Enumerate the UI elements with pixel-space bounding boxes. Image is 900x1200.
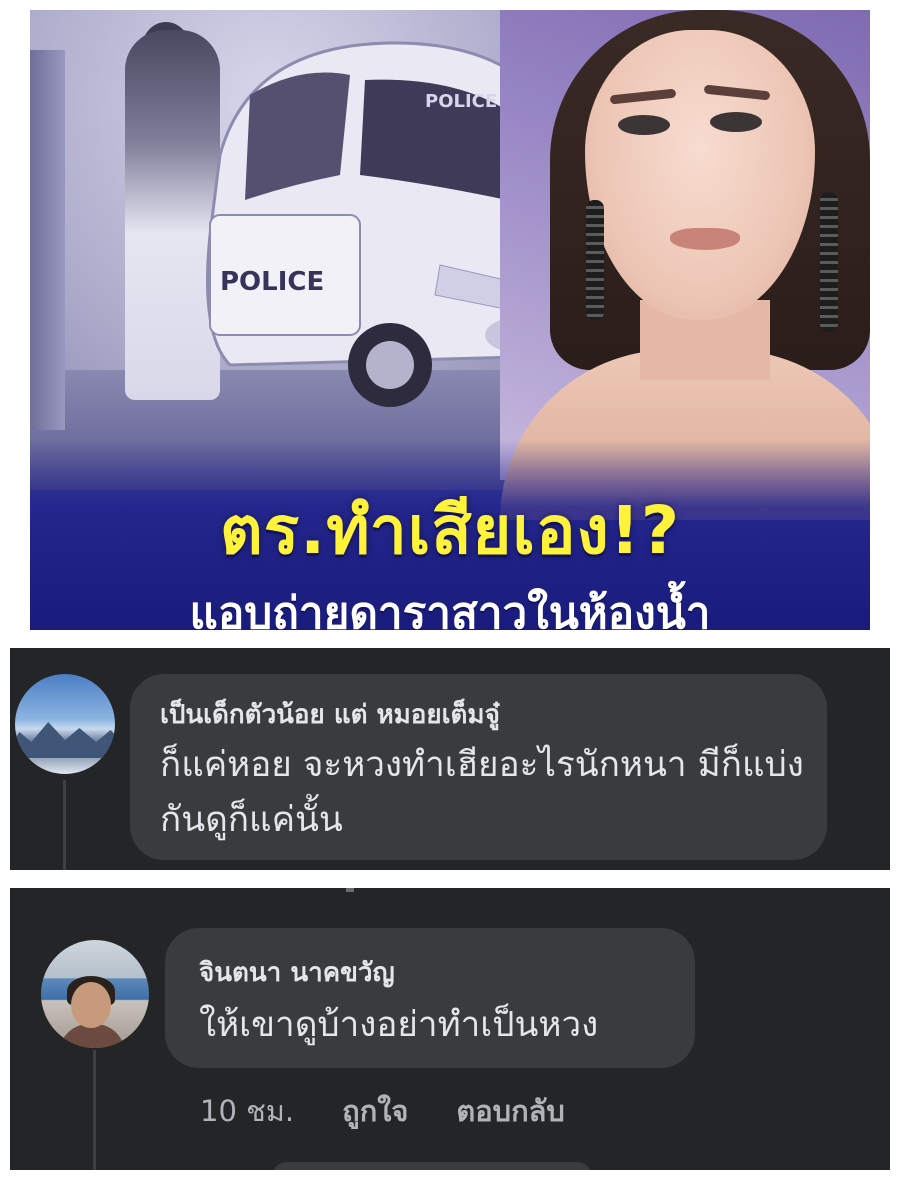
comment-author[interactable]: เป็นเด็กตัวน้อย แต่ หมอยเต็มจู๋ (160, 694, 500, 735)
right-earring (820, 192, 838, 332)
comment-text: ให้เขาดูบ้างอย่าทำเป็นหวง (199, 1005, 599, 1045)
mountain-ridge (15, 722, 115, 758)
comment-text: ก็แค่หอย จะหวงทำเฮียอะไรนักหนา มีก็แบ่งก… (160, 745, 804, 840)
pillar (30, 50, 65, 430)
mountain-landscape-avatar[interactable] (15, 674, 115, 774)
right-eye (710, 112, 762, 132)
comment-bubble: เป็นเด็กตัวน้อย แต่ หมอยเต็มจู๋ ก็แค่หอย… (130, 674, 827, 860)
comment-timestamp[interactable]: 10 ชม. (200, 1088, 294, 1134)
reply-button[interactable]: ตอบกลับ (456, 1088, 564, 1134)
next-reply-bubble (272, 1162, 592, 1170)
like-button[interactable]: ถูกใจ (342, 1088, 408, 1134)
thread-line (63, 780, 66, 870)
lips (670, 228, 740, 250)
news-thumbnail[interactable]: POLICE POLICE ตร.ทำเสียเอง!? แอบถ่ายดารา… (30, 10, 870, 630)
thread-line (93, 1050, 96, 1170)
comment-bubble: จินตนา นาคขวัญ ให้เขาดูบ้างอย่าทำเป็นหวง (165, 928, 695, 1068)
left-earring (586, 200, 604, 320)
news-headline: ตร.ทำเสียเอง!? (219, 492, 681, 569)
comment-actions: 10 ชม. ถูกใจ ตอบกลับ (200, 1088, 565, 1134)
comment-panel-1: เป็นเด็กตัวน้อย แต่ หมอยเต็มจู๋ ก็แค่หอย… (10, 648, 890, 870)
person-photo-avatar[interactable] (41, 940, 149, 1048)
news-subheadline: แอบถ่ายดาราสาวในห้องน้ำ (189, 588, 711, 630)
comment-panel-2: จินตนา นาคขวัญ ให้เขาดูบ้างอย่าทำเป็นหวง… (10, 888, 890, 1170)
avatar-head (71, 982, 111, 1028)
car-roof-label: POLICE (425, 91, 497, 112)
comment-author[interactable]: จินตนา นาคขวัญ (199, 952, 395, 993)
car-door-label: POLICE (220, 267, 324, 297)
left-eye (618, 115, 670, 135)
divider-mark (346, 888, 354, 892)
